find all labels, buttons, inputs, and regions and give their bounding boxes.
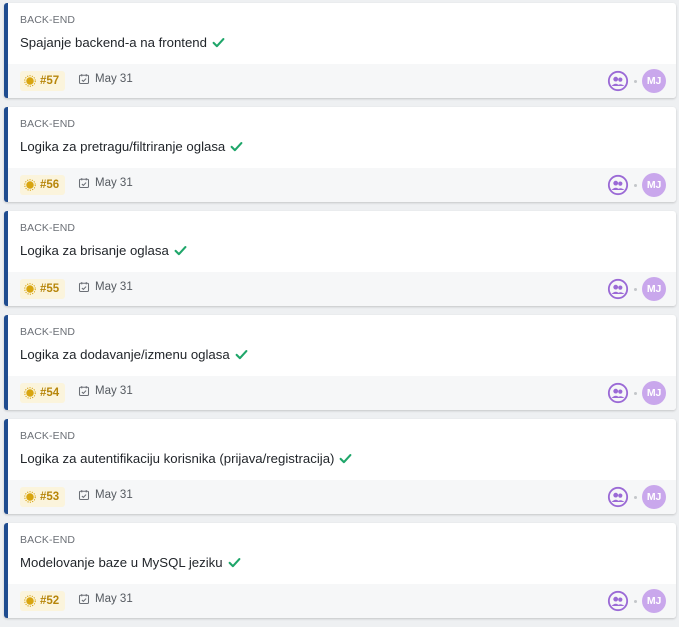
separator-dot xyxy=(634,391,637,395)
separator-dot xyxy=(634,495,637,499)
card-footer: #52 May 31 MJ xyxy=(8,584,676,618)
issue-number: #52 xyxy=(40,595,60,607)
issue-number: #56 xyxy=(40,179,60,191)
calendar-check-icon xyxy=(78,178,90,189)
issue-number: #54 xyxy=(40,387,60,399)
task-card[interactable]: BACK-END Logika za brisanje oglasa #55 M… xyxy=(4,211,676,306)
task-card[interactable]: BACK-END Modelovanje baze u MySQL jeziku… xyxy=(4,523,676,618)
card-category: BACK-END xyxy=(20,14,76,26)
card-category: BACK-END xyxy=(20,430,76,442)
issue-badge[interactable]: #56 xyxy=(20,175,66,195)
issue-badge[interactable]: #55 xyxy=(20,279,66,299)
issue-badge[interactable]: #54 xyxy=(20,383,66,403)
card-category: BACK-END xyxy=(20,534,76,546)
card-category: BACK-END xyxy=(20,118,76,130)
group-icon[interactable] xyxy=(607,174,629,196)
due-date-text: May 31 xyxy=(95,385,133,397)
group-icon[interactable] xyxy=(607,70,629,92)
card-footer: #57 May 31 MJ xyxy=(8,64,676,98)
avatar[interactable]: MJ xyxy=(642,381,666,405)
calendar-check-icon xyxy=(78,74,90,85)
assignees: MJ xyxy=(607,277,666,301)
sun-icon xyxy=(24,179,36,191)
check-icon xyxy=(212,38,225,48)
issue-badge[interactable]: #53 xyxy=(20,487,66,507)
card-title-row: Logika za dodavanje/izmenu oglasa xyxy=(20,347,248,362)
task-card[interactable]: BACK-END Spajanje backend-a na frontend … xyxy=(4,3,676,98)
separator-dot xyxy=(634,287,637,291)
check-icon xyxy=(228,558,240,568)
card-title-row: Logika za brisanje oglasa xyxy=(20,243,187,258)
calendar-check-icon xyxy=(78,282,90,293)
due-date[interactable]: May 31 xyxy=(78,73,133,85)
issue-number: #55 xyxy=(40,283,60,295)
card-category: BACK-END xyxy=(20,326,76,338)
issue-badge[interactable]: #52 xyxy=(20,591,66,611)
avatar[interactable]: MJ xyxy=(642,173,666,197)
assignees: MJ xyxy=(607,381,666,405)
check-icon xyxy=(235,350,248,360)
assignees: MJ xyxy=(607,485,666,509)
due-date[interactable]: May 31 xyxy=(78,489,133,501)
card-title-row: Logika za pretragu/filtriranje oglasa xyxy=(20,139,243,154)
avatar[interactable]: MJ xyxy=(642,589,666,613)
due-date[interactable]: May 31 xyxy=(78,281,133,293)
card-footer: #53 May 31 MJ xyxy=(8,480,676,514)
sun-icon xyxy=(24,491,36,503)
due-date[interactable]: May 31 xyxy=(78,593,133,605)
due-date-text: May 31 xyxy=(95,281,133,293)
due-date-text: May 31 xyxy=(95,73,133,85)
due-date-text: May 31 xyxy=(95,177,133,189)
sun-icon xyxy=(24,595,36,607)
group-icon[interactable] xyxy=(607,278,629,300)
issue-number: #57 xyxy=(40,75,60,87)
avatar[interactable]: MJ xyxy=(642,485,666,509)
assignees: MJ xyxy=(607,589,666,613)
card-footer: #55 May 31 MJ xyxy=(8,272,676,306)
card-title[interactable]: Logika za autentifikaciju korisnika (pri… xyxy=(20,451,334,466)
card-title-row: Logika za autentifikaciju korisnika (pri… xyxy=(20,451,352,466)
check-icon xyxy=(174,246,187,256)
card-footer: #54 May 31 MJ xyxy=(8,376,676,410)
issue-number: #53 xyxy=(40,491,60,503)
due-date-text: May 31 xyxy=(95,593,133,605)
check-icon xyxy=(340,454,352,464)
due-date-text: May 31 xyxy=(95,489,133,501)
calendar-check-icon xyxy=(78,386,90,397)
card-category: BACK-END xyxy=(20,222,76,234)
group-icon[interactable] xyxy=(607,590,629,612)
card-list: BACK-END Spajanje backend-a na frontend … xyxy=(4,3,676,627)
due-date[interactable]: May 31 xyxy=(78,385,133,397)
card-title[interactable]: Spajanje backend-a na frontend xyxy=(20,35,207,50)
calendar-check-icon xyxy=(78,490,90,501)
card-title[interactable]: Modelovanje baze u MySQL jeziku xyxy=(20,555,223,570)
assignees: MJ xyxy=(607,69,666,93)
group-icon[interactable] xyxy=(607,486,629,508)
task-card[interactable]: BACK-END Logika za dodavanje/izmenu ogla… xyxy=(4,315,676,410)
task-card[interactable]: BACK-END Logika za pretragu/filtriranje … xyxy=(4,107,676,202)
separator-dot xyxy=(634,183,637,187)
issue-badge[interactable]: #57 xyxy=(20,71,66,91)
avatar[interactable]: MJ xyxy=(642,277,666,301)
assignees: MJ xyxy=(607,173,666,197)
check-icon xyxy=(230,142,243,152)
calendar-check-icon xyxy=(78,594,90,605)
card-footer: #56 May 31 MJ xyxy=(8,168,676,202)
group-icon[interactable] xyxy=(607,382,629,404)
due-date[interactable]: May 31 xyxy=(78,177,133,189)
task-card[interactable]: BACK-END Logika za autentifikaciju koris… xyxy=(4,419,676,514)
avatar[interactable]: MJ xyxy=(642,69,666,93)
card-title[interactable]: Logika za pretragu/filtriranje oglasa xyxy=(20,139,225,154)
sun-icon xyxy=(24,283,36,295)
separator-dot xyxy=(634,599,637,603)
card-title[interactable]: Logika za dodavanje/izmenu oglasa xyxy=(20,347,230,362)
card-title-row: Spajanje backend-a na frontend xyxy=(20,35,225,50)
card-title[interactable]: Logika za brisanje oglasa xyxy=(20,243,169,258)
sun-icon xyxy=(24,75,36,87)
sun-icon xyxy=(24,387,36,399)
separator-dot xyxy=(634,79,637,83)
card-title-row: Modelovanje baze u MySQL jeziku xyxy=(20,555,241,570)
